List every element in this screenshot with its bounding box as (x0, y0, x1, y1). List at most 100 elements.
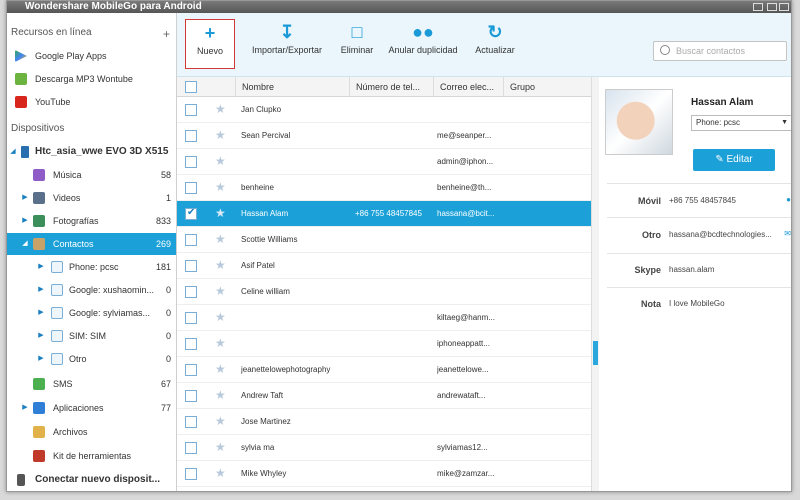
table-row[interactable]: ★ admin@iphon... (177, 149, 591, 175)
email-icon[interactable]: ✉ (784, 229, 791, 238)
sidebar-item-contacts[interactable]: ◢ Contactos 269 (7, 233, 176, 255)
sidebar-item-photos[interactable]: ▶ Fotografías 833 (7, 210, 176, 232)
row-checkbox[interactable] (185, 156, 197, 168)
collapse-arrow-icon[interactable]: ◢ (9, 141, 17, 163)
expand-arrow-icon[interactable]: ▶ (37, 279, 45, 301)
row-checkbox[interactable] (185, 312, 197, 324)
column-header-phone[interactable]: Número de tel... (349, 77, 433, 97)
row-checkbox[interactable] (185, 286, 197, 298)
delete-button[interactable]: □ Eliminar (333, 19, 381, 69)
column-header-email[interactable]: Correo elec... (433, 77, 503, 97)
row-checkbox[interactable] (185, 260, 197, 272)
cell-name: jeanettelowephotography (241, 365, 331, 374)
row-checkbox[interactable] (185, 104, 197, 116)
star-icon[interactable]: ★ (215, 154, 226, 168)
sidebar-item-youtube[interactable]: YouTube (7, 91, 176, 113)
row-checkbox[interactable] (185, 390, 197, 402)
table-row[interactable]: ★ Jose Martinez (177, 409, 591, 435)
row-checkbox[interactable] (185, 364, 197, 376)
item-count: 67 (160, 379, 171, 389)
table-row[interactable]: ★ sylvia ma sylviamas12... (177, 435, 591, 461)
star-icon[interactable]: ★ (215, 414, 226, 428)
star-icon[interactable]: ★ (215, 336, 226, 350)
row-checkbox[interactable] (185, 468, 197, 480)
star-icon[interactable]: ★ (215, 440, 226, 454)
account-select[interactable]: Phone: pcsc ▼ (691, 115, 791, 131)
sidebar-item-apps[interactable]: ▶ Aplicaciones 77 (7, 397, 176, 419)
row-checkbox[interactable] (185, 234, 197, 246)
star-icon[interactable]: ★ (215, 232, 226, 246)
sidebar-item-files[interactable]: Archivos (7, 421, 176, 443)
row-checkbox[interactable] (185, 207, 197, 220)
star-icon[interactable]: ★ (215, 466, 226, 480)
star-icon[interactable]: ★ (215, 102, 226, 116)
row-checkbox[interactable] (185, 130, 197, 142)
table-row[interactable]: ★ Jan Clupko (177, 97, 591, 123)
plus-icon: + (204, 23, 216, 43)
add-resource-button[interactable]: + (163, 27, 170, 41)
collapse-arrow-icon[interactable]: ◢ (21, 233, 29, 255)
sidebar-item-label: SIM: SIM (69, 331, 107, 341)
table-row[interactable]: ★ Celine william (177, 279, 591, 305)
row-checkbox[interactable] (185, 442, 197, 454)
sidebar-item-other[interactable]: ▶ Otro 0 (7, 348, 176, 370)
table-row[interactable]: ★ Andrew Taft andrewataft... (177, 383, 591, 409)
table-row[interactable]: ★ Scottie Williams (177, 227, 591, 253)
table-scrollbar[interactable] (591, 77, 599, 491)
column-header-group[interactable]: Grupo (503, 77, 591, 97)
expand-arrow-icon[interactable]: ▶ (21, 397, 29, 419)
column-header-name[interactable]: Nombre (235, 77, 345, 97)
merge-duplicates-button[interactable]: ●● Anular duplicidad (387, 19, 459, 69)
star-icon[interactable]: ★ (215, 180, 226, 194)
star-icon[interactable]: ★ (215, 284, 226, 298)
select-all-checkbox[interactable] (185, 81, 197, 93)
expand-arrow-icon[interactable]: ▶ (37, 325, 45, 347)
table-row[interactable]: ★ iphoneappatt... (177, 331, 591, 357)
table-row[interactable]: ★ kiltaeg@hanm... (177, 305, 591, 331)
sidebar-item-mp3-download[interactable]: Descarga MP3 Wontube (7, 68, 176, 90)
star-icon[interactable]: ★ (215, 206, 226, 220)
expand-arrow-icon[interactable]: ▶ (37, 302, 45, 324)
star-icon[interactable]: ★ (215, 362, 226, 376)
sidebar-item-google-sylviamas[interactable]: ▶ Google: sylviamas... 0 (7, 302, 176, 324)
expand-arrow-icon[interactable]: ▶ (37, 256, 45, 278)
import-export-button[interactable]: ↧ Importar/Exportar (247, 19, 327, 69)
expand-arrow-icon[interactable]: ▶ (21, 187, 29, 209)
table-row[interactable]: ★ Sean Percival me@seanper... (177, 123, 591, 149)
sidebar-item-phone-pcsc[interactable]: ▶ Phone: pcsc 181 (7, 256, 176, 278)
search-input[interactable]: Buscar contactos (653, 41, 787, 61)
sidebar-item-google-play[interactable]: Google Play Apps (7, 45, 176, 67)
new-button[interactable]: + Nuevo (185, 19, 235, 69)
refresh-button[interactable]: ↻ Actualizar (467, 19, 523, 69)
sidebar-item-label: YouTube (35, 97, 71, 107)
table-row[interactable]: ★ jeanettelowephotography jeanettelowe... (177, 357, 591, 383)
chat-icon[interactable]: ● (786, 195, 791, 204)
sidebar-item-sms[interactable]: SMS 67 (7, 373, 176, 395)
edit-button[interactable]: ✎ Editar (693, 149, 775, 171)
star-icon[interactable]: ★ (215, 388, 226, 402)
close-button[interactable] (779, 3, 789, 11)
expand-arrow-icon[interactable]: ▶ (37, 348, 45, 370)
sidebar-item-google-xushaomin[interactable]: ▶ Google: xushaomin... 0 (7, 279, 176, 301)
sidebar-item-videos[interactable]: ▶ Videos 1 (7, 187, 176, 209)
table-row[interactable]: ★ Mike Whyley mike@zamzar... (177, 461, 591, 487)
star-icon[interactable]: ★ (215, 258, 226, 272)
table-row[interactable]: ★ Asif Patel (177, 253, 591, 279)
expand-arrow-icon[interactable]: ▶ (21, 210, 29, 232)
row-checkbox[interactable] (185, 182, 197, 194)
row-checkbox[interactable] (185, 416, 197, 428)
minimize-button[interactable] (753, 3, 763, 11)
connect-new-device[interactable]: Conectar nuevo disposit... (7, 469, 176, 491)
table-row[interactable]: ★ Hassan Alam +86 755 48457845 hassana@bcit… (177, 201, 591, 227)
maximize-button[interactable] (767, 3, 777, 11)
sidebar-item-music[interactable]: Música 58 (7, 164, 176, 186)
scrollbar-thumb[interactable] (593, 341, 598, 365)
table-row[interactable]: ★ benheine benheine@th... (177, 175, 591, 201)
sidebar-item-toolkit[interactable]: Kit de herramientas (7, 445, 176, 467)
sidebar-item-sim[interactable]: ▶ SIM: SIM 0 (7, 325, 176, 347)
star-icon[interactable]: ★ (215, 310, 226, 324)
star-icon[interactable]: ★ (215, 128, 226, 142)
sidebar-device[interactable]: ◢ Htc_asia_wwe EVO 3D X515 (7, 141, 176, 163)
cell-phone: +86 755 48457845 (355, 209, 422, 218)
row-checkbox[interactable] (185, 338, 197, 350)
